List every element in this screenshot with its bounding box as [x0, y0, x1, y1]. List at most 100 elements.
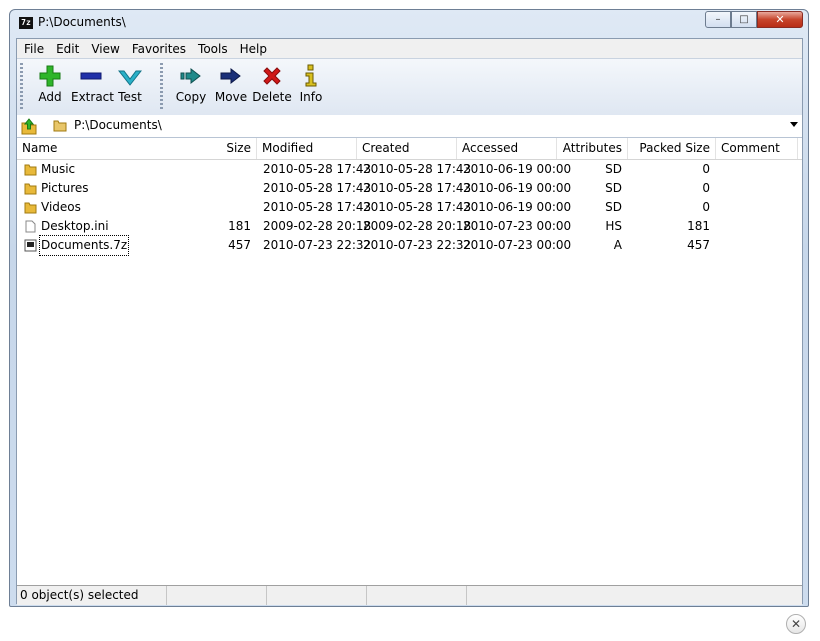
archive-icon	[24, 239, 37, 252]
file-name: Videos	[41, 200, 81, 214]
extract-label: Extract	[71, 90, 114, 104]
file-accessed: 2010-07-23 00:00	[463, 219, 572, 233]
folder-icon	[24, 183, 37, 195]
copy-label: Copy	[175, 90, 207, 104]
file-attributes: SD	[605, 181, 622, 195]
info-button[interactable]: Info	[296, 64, 326, 104]
menu-bar: File Edit View Favorites Tools Help	[17, 39, 802, 58]
menu-file[interactable]: File	[17, 42, 49, 56]
move-arrow-icon	[220, 67, 241, 85]
window-title: P:\Documents\	[38, 15, 126, 29]
delete-button[interactable]: Delete	[252, 64, 292, 104]
maximize-button[interactable]: □	[731, 11, 757, 28]
file-icon	[25, 220, 36, 233]
file-attributes: SD	[605, 200, 622, 214]
menu-help[interactable]: Help	[233, 42, 272, 56]
file-size: 181	[228, 219, 251, 233]
file-size	[197, 198, 251, 217]
close-button[interactable]: ✕	[757, 11, 803, 28]
file-list[interactable]: Name Size Modified Created Accessed Attr…	[17, 138, 802, 585]
status-cell-3	[267, 586, 367, 605]
column-size[interactable]: Size	[205, 138, 257, 159]
column-attributes[interactable]: Attributes	[557, 138, 628, 159]
file-name: Desktop.ini	[41, 219, 109, 233]
checkmark-icon	[118, 70, 142, 86]
menu-favorites[interactable]: Favorites	[125, 42, 191, 56]
column-accessed[interactable]: Accessed	[457, 138, 557, 159]
app-window: 7z P:\Documents\ – □ ✕ File Edit View Fa…	[9, 9, 809, 607]
title-bar[interactable]: 7z P:\Documents\ – □ ✕	[10, 10, 808, 36]
file-created: 2010-05-28 17:43	[363, 162, 472, 176]
file-size	[197, 160, 251, 179]
file-created: 2010-07-23 22:32	[363, 238, 472, 252]
file-modified: 2010-05-28 17:43	[263, 200, 372, 214]
file-packed-size: 0	[702, 200, 710, 214]
client-area: File Edit View Favorites Tools Help Add …	[16, 38, 803, 605]
move-button[interactable]: Move	[213, 64, 249, 104]
file-created: 2010-05-28 17:43	[363, 200, 472, 214]
table-row[interactable]: Music 2010-05-28 17:43 2010-05-28 17:43 …	[17, 160, 802, 179]
column-modified[interactable]: Modified	[257, 138, 357, 159]
folder-icon	[24, 202, 37, 214]
move-label: Move	[214, 90, 248, 104]
address-path[interactable]: P:\Documents\	[74, 118, 162, 132]
status-cell-4	[367, 586, 467, 605]
status-selected: 0 object(s) selected	[17, 586, 167, 605]
minimize-button[interactable]: –	[705, 11, 731, 28]
status-cell-2	[167, 586, 267, 605]
table-row[interactable]: Pictures 2010-05-28 17:43 2010-05-28 17:…	[17, 179, 802, 198]
table-row[interactable]: Documents.7z 457 2010-07-23 22:32 2010-0…	[17, 235, 802, 256]
plus-icon	[39, 65, 61, 87]
add-label: Add	[38, 90, 62, 104]
toolbar-grip[interactable]	[160, 63, 163, 109]
file-modified: 2010-07-23 22:32	[263, 238, 372, 252]
delete-x-icon	[263, 67, 281, 85]
file-attributes: HS	[605, 219, 622, 233]
copy-button[interactable]: Copy	[173, 64, 209, 104]
file-accessed: 2010-06-19 00:00	[463, 162, 572, 176]
file-created: 2009-02-28 20:18	[363, 219, 472, 233]
file-modified: 2010-05-28 17:43	[263, 162, 372, 176]
copy-arrow-icon	[180, 67, 201, 85]
column-packed-size[interactable]: Packed Size	[628, 138, 716, 159]
menu-view[interactable]: View	[84, 42, 124, 56]
column-header: Name Size Modified Created Accessed Attr…	[17, 138, 802, 160]
file-size	[197, 179, 251, 198]
file-attributes: SD	[605, 162, 622, 176]
column-created[interactable]: Created	[357, 138, 457, 159]
file-name: Documents.7z	[38, 235, 130, 256]
window-controls: – □ ✕	[705, 11, 803, 29]
extract-button[interactable]: Extract	[71, 64, 114, 104]
file-size: 457	[228, 238, 251, 252]
menu-tools[interactable]: Tools	[191, 42, 233, 56]
file-attributes: A	[613, 238, 622, 252]
menu-edit[interactable]: Edit	[49, 42, 84, 56]
table-row[interactable]: Videos 2010-05-28 17:43 2010-05-28 17:43…	[17, 198, 802, 217]
file-packed-size: 457	[687, 238, 710, 252]
file-packed-size: 0	[702, 181, 710, 195]
close-icon[interactable]: ✕	[786, 614, 806, 634]
chevron-down-icon[interactable]	[790, 122, 798, 127]
file-accessed: 2010-07-23 00:00	[463, 238, 572, 252]
up-folder-icon[interactable]	[20, 117, 38, 135]
folder-icon	[24, 164, 37, 176]
file-modified: 2010-05-28 17:43	[263, 181, 372, 195]
info-icon	[305, 64, 317, 87]
toolbar: Add Extract Test Copy Move Delete Info	[17, 58, 802, 116]
address-bar[interactable]: P:\Documents\	[17, 115, 802, 138]
rows: Music 2010-05-28 17:43 2010-05-28 17:43 …	[17, 160, 802, 256]
file-accessed: 2010-06-19 00:00	[463, 200, 572, 214]
file-created: 2010-05-28 17:43	[363, 181, 472, 195]
add-button[interactable]: Add	[31, 64, 69, 104]
toolbar-grip[interactable]	[20, 63, 23, 109]
test-button[interactable]: Test	[113, 64, 147, 104]
info-label: Info	[299, 90, 323, 104]
table-row[interactable]: Desktop.ini 181 2009-02-28 20:18 2009-02…	[17, 217, 802, 236]
file-accessed: 2010-06-19 00:00	[463, 181, 572, 195]
column-comment[interactable]: Comment	[716, 138, 798, 159]
file-name: Pictures	[41, 181, 89, 195]
7zip-app-icon[interactable]: 7z	[19, 17, 33, 29]
file-modified: 2009-02-28 20:18	[263, 219, 372, 233]
file-packed-size: 181	[687, 219, 710, 233]
test-label: Test	[118, 90, 142, 104]
